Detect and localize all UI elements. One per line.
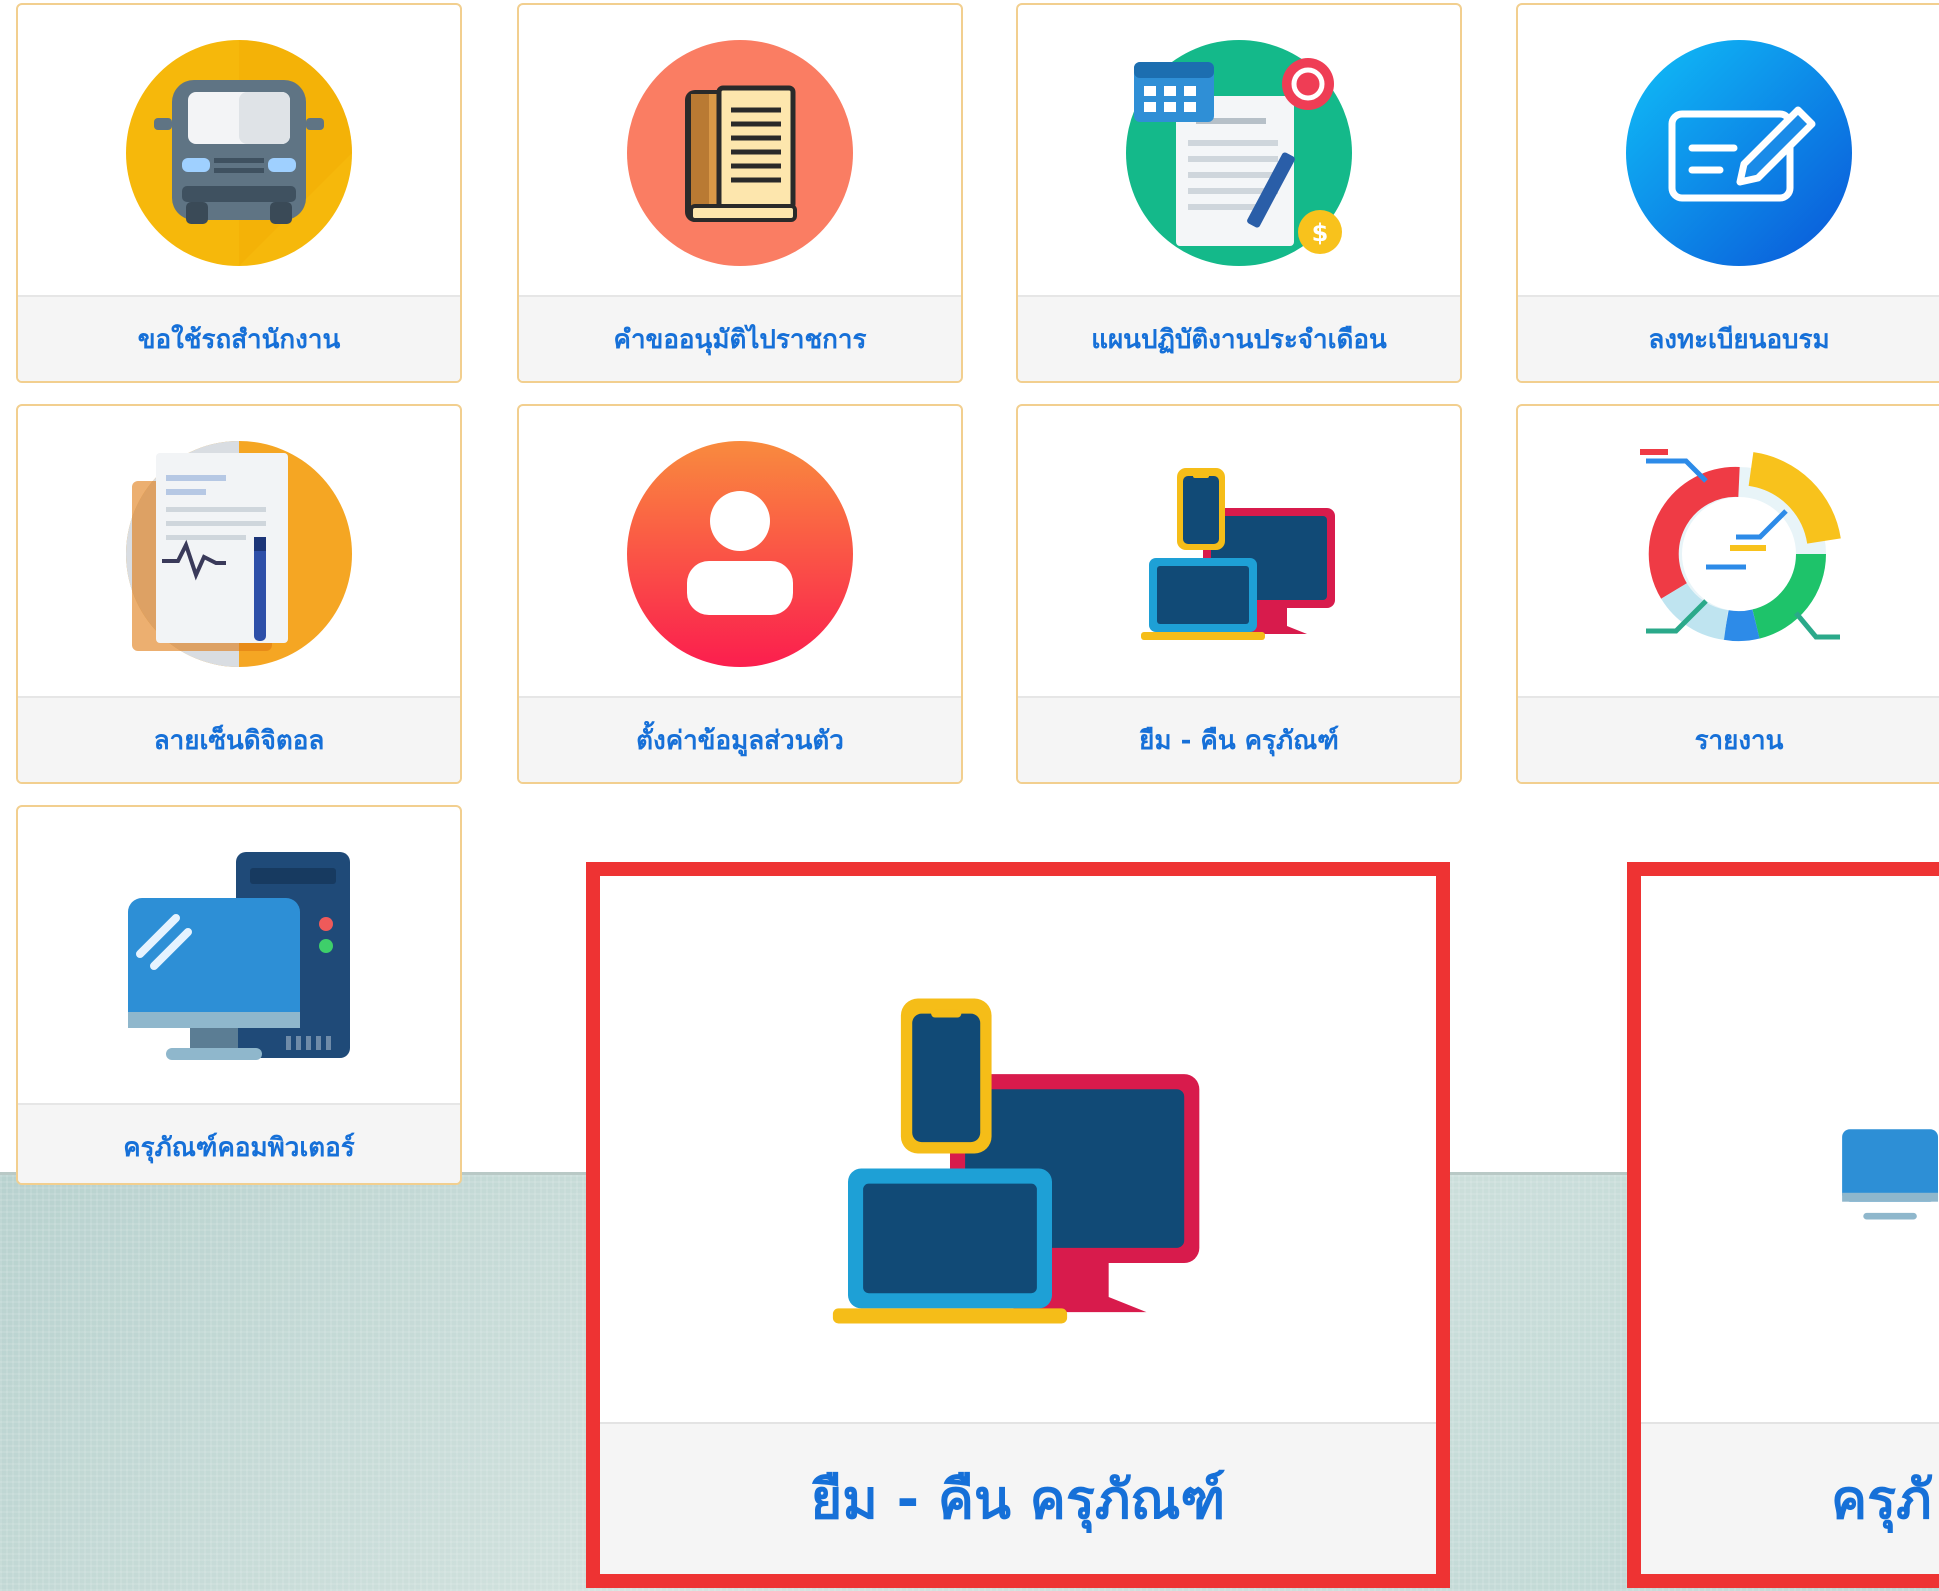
tile-computer-equipment[interactable]: ครุภัณฑ์คอมพิวเตอร์	[16, 805, 462, 1185]
tile-label-bar: ลายเซ็นดิจิตอล	[18, 696, 460, 782]
tile-label: คำขออนุมัติไปราชการ	[613, 324, 867, 355]
tile-label: แผนปฏิบัติงานประจำเดือน	[1091, 324, 1387, 355]
tile-label: ลายเซ็นดิจิตอล	[153, 725, 325, 756]
tile-label-bar: ขอใช้รถสำนักงาน	[18, 295, 460, 381]
tile-official-travel-request[interactable]: คำขออนุมัติไปราชการ	[517, 3, 963, 383]
digital-signature-icon	[126, 441, 352, 667]
register-form-icon	[1626, 40, 1852, 266]
tile-icon-area	[519, 406, 961, 702]
plan-document-icon: $	[1126, 40, 1352, 266]
user-profile-icon	[627, 441, 853, 667]
zoom-label: ครุภั	[1831, 1468, 1932, 1531]
tile-icon-area: $	[1018, 5, 1460, 301]
tile-icon-area	[1518, 5, 1939, 301]
tile-label: ตั้งค่าข้อมูลส่วนตัว	[636, 725, 844, 756]
zoom-icon-area	[1641, 876, 1939, 1446]
tile-label: ลงทะเบียนอบรม	[1648, 324, 1830, 355]
van-icon	[126, 40, 352, 266]
tile-icon-area	[519, 5, 961, 301]
tile-training-registration[interactable]: ลงทะเบียนอบรม	[1516, 3, 1939, 383]
zoom-callout-computer-equipment[interactable]: ครุภั	[1627, 862, 1939, 1588]
devices-icon	[832, 998, 1200, 1324]
report-chart-icon	[1640, 449, 1841, 642]
tile-label-bar: ตั้งค่าข้อมูลส่วนตัว	[519, 696, 961, 782]
tile-personal-settings[interactable]: ตั้งค่าข้อมูลส่วนตัว	[517, 404, 963, 784]
tile-report[interactable]: รายงาน	[1516, 404, 1939, 784]
tile-icon-area	[18, 406, 460, 702]
tile-digital-signature[interactable]: ลายเซ็นดิจิตอล	[16, 404, 462, 784]
svg-text:$: $	[1312, 219, 1329, 247]
computer-icon	[128, 852, 350, 1060]
computer-icon	[1842, 1129, 1939, 1220]
tile-icon-area	[18, 5, 460, 301]
tile-label-bar: ยืม - คืน ครุภัณฑ์	[1018, 696, 1460, 782]
zoom-callout-borrow-return[interactable]: ยืม - คืน ครุภัณฑ์	[586, 862, 1450, 1588]
tile-label-bar: แผนปฏิบัติงานประจำเดือน	[1018, 295, 1460, 381]
tile-label: ยืม - คืน ครุภัณฑ์	[1139, 725, 1339, 756]
zoom-icon-area	[600, 876, 1436, 1446]
tile-label: ครุภัณฑ์คอมพิวเตอร์	[123, 1132, 355, 1163]
tile-label-bar: คำขออนุมัติไปราชการ	[519, 295, 961, 381]
tile-icon-area	[18, 807, 460, 1103]
tile-label: รายงาน	[1694, 725, 1784, 756]
tile-icon-area	[1018, 406, 1460, 702]
tile-borrow-return-equipment[interactable]: ยืม - คืน ครุภัณฑ์	[1016, 404, 1462, 784]
devices-icon	[1141, 468, 1335, 640]
zoom-label: ยืม - คืน ครุภัณฑ์	[810, 1468, 1226, 1531]
book-icon	[627, 40, 853, 266]
tile-icon-area	[1518, 406, 1939, 702]
zoom-label-bar: ยืม - คืน ครุภัณฑ์	[600, 1422, 1436, 1574]
tile-label-bar: ลงทะเบียนอบรม	[1518, 295, 1939, 381]
tile-office-car[interactable]: ขอใช้รถสำนักงาน	[16, 3, 462, 383]
zoom-label-bar: ครุภั	[1641, 1422, 1939, 1574]
tile-monthly-plan[interactable]: $ แผนปฏิบัติงานประจำเดือน	[1016, 3, 1462, 383]
tile-label-bar: รายงาน	[1518, 696, 1939, 782]
tile-label-bar: ครุภัณฑ์คอมพิวเตอร์	[18, 1103, 460, 1183]
tile-label: ขอใช้รถสำนักงาน	[137, 324, 341, 355]
